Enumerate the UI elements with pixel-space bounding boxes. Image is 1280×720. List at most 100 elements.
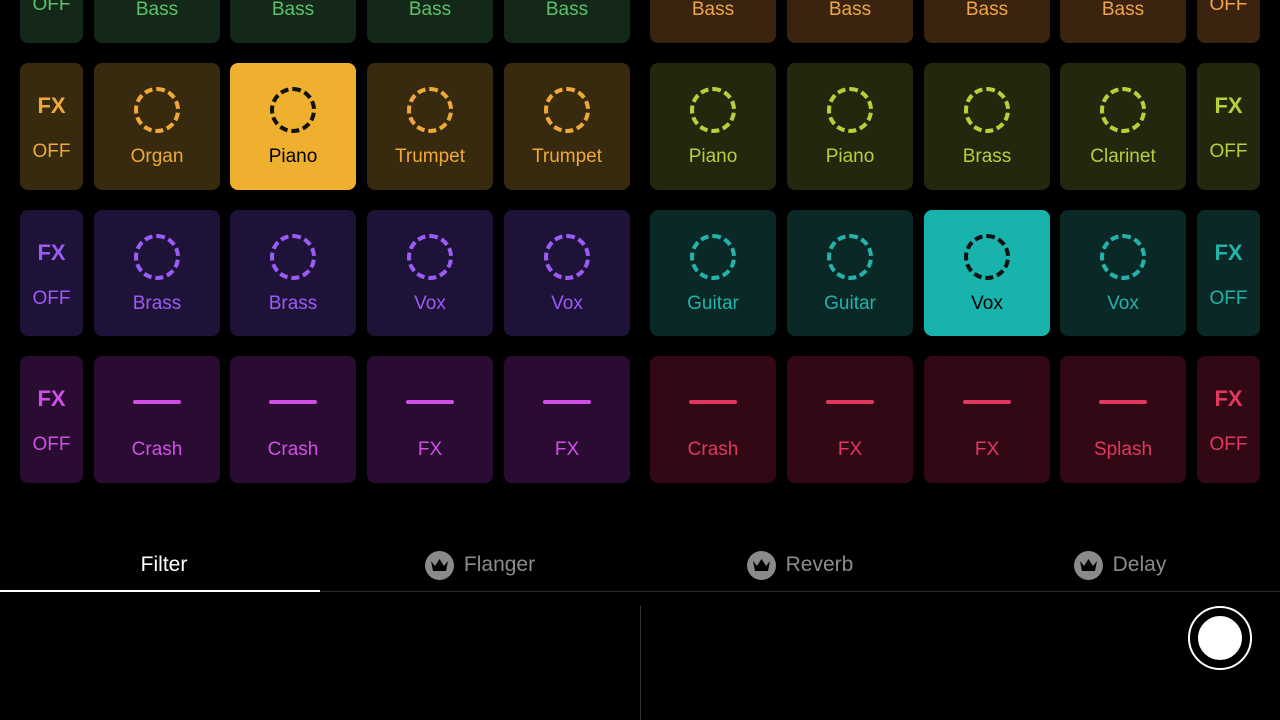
- fx-title: FX: [1214, 93, 1243, 118]
- pad-guitar[interactable]: Guitar: [650, 210, 776, 336]
- fx-toggle-row1-right[interactable]: FX OFF: [1197, 63, 1260, 190]
- pad-piano[interactable]: Piano: [650, 63, 776, 190]
- loop-ring-icon: [964, 234, 1010, 280]
- one-shot-bar-icon: [1099, 400, 1147, 404]
- loop-ring-icon: [964, 87, 1010, 133]
- pad-label: Crash: [131, 439, 183, 460]
- fx-toggle-row2-left[interactable]: FX OFF: [20, 210, 83, 336]
- fx-toggle-row2-right[interactable]: FX OFF: [1197, 210, 1260, 336]
- loop-ring-icon: [270, 234, 316, 280]
- loop-ring-icon: [544, 234, 590, 280]
- pad-label: Organ: [130, 146, 184, 167]
- fx-state: OFF: [32, 288, 71, 309]
- tab-reverb[interactable]: Reverb: [640, 540, 960, 590]
- pad-crash[interactable]: Crash: [230, 356, 356, 483]
- fx-toggle-row3-left[interactable]: FX OFF: [20, 356, 83, 483]
- pad-label: Bass: [965, 0, 1009, 20]
- pad-clarinet[interactable]: Clarinet: [1060, 63, 1186, 190]
- pad-bass[interactable]: Bass: [230, 0, 356, 43]
- loop-ring-icon: [134, 87, 180, 133]
- tab-filter[interactable]: Filter: [0, 540, 328, 590]
- tab-active-indicator: [0, 590, 320, 592]
- pad-bass[interactable]: Bass: [787, 0, 913, 43]
- tab-delay[interactable]: Delay: [960, 540, 1280, 590]
- pad-label: FX: [554, 439, 580, 460]
- pad-vox[interactable]: Vox: [1060, 210, 1186, 336]
- record-button[interactable]: [1188, 606, 1252, 670]
- pad-vox[interactable]: Vox: [367, 210, 493, 336]
- loop-ring-icon: [1100, 87, 1146, 133]
- pad-label: Splash: [1093, 439, 1153, 460]
- pad-bass[interactable]: Bass: [650, 0, 776, 43]
- loop-ring-icon: [1100, 234, 1146, 280]
- pad-crash[interactable]: Crash: [650, 356, 776, 483]
- pad-fx[interactable]: FX: [504, 356, 630, 483]
- pad-vox[interactable]: Vox: [504, 210, 630, 336]
- fx-state: OFF: [1209, 0, 1248, 15]
- fx-state: OFF: [1209, 434, 1248, 455]
- pad-bass[interactable]: Bass: [1060, 0, 1186, 43]
- fx-toggle-row1-left[interactable]: FX OFF: [20, 63, 83, 190]
- loop-ring-icon: [407, 234, 453, 280]
- pad-fx[interactable]: FX: [924, 356, 1050, 483]
- pad-label: Crash: [687, 439, 739, 460]
- loop-ring-icon: [827, 87, 873, 133]
- tab-label: Reverb: [785, 553, 854, 576]
- pad-piano[interactable]: Piano: [787, 63, 913, 190]
- pad-label: Bass: [691, 0, 735, 20]
- pad-fx[interactable]: FX: [787, 356, 913, 483]
- fx-toggle-row0-right[interactable]: OFF: [1197, 0, 1260, 43]
- pad-piano-active[interactable]: Piano: [230, 63, 356, 190]
- one-shot-bar-icon: [543, 400, 591, 404]
- pad-label: Brass: [132, 293, 182, 314]
- one-shot-bar-icon: [689, 400, 737, 404]
- fx-state: OFF: [32, 0, 71, 15]
- pad-label: FX: [974, 439, 1000, 460]
- one-shot-bar-icon: [133, 400, 181, 404]
- pad-crash[interactable]: Crash: [94, 356, 220, 483]
- pad-label: Piano: [825, 146, 875, 167]
- pad-fx[interactable]: FX: [367, 356, 493, 483]
- pad-label: FX: [837, 439, 863, 460]
- pad-brass[interactable]: Brass: [924, 63, 1050, 190]
- pad-label: Bass: [1101, 0, 1145, 20]
- loop-ring-icon: [134, 234, 180, 280]
- fx-toggle-row0-left[interactable]: OFF: [20, 0, 83, 43]
- loop-ring-icon: [270, 87, 316, 133]
- fx-toggle-row3-right[interactable]: FX OFF: [1197, 356, 1260, 483]
- pad-splash[interactable]: Splash: [1060, 356, 1186, 483]
- pad-trumpet[interactable]: Trumpet: [367, 63, 493, 190]
- tab-label: Filter: [140, 553, 188, 576]
- one-shot-bar-icon: [963, 400, 1011, 404]
- tab-flanger[interactable]: Flanger: [320, 540, 640, 590]
- pad-label: Guitar: [824, 293, 876, 314]
- pad-bass[interactable]: Bass: [924, 0, 1050, 43]
- pad-vox-active[interactable]: Vox: [924, 210, 1050, 336]
- loop-ring-icon: [690, 234, 736, 280]
- pad-organ[interactable]: Organ: [94, 63, 220, 190]
- pad-label: Vox: [551, 293, 583, 314]
- pad-label: Bass: [408, 0, 452, 20]
- pad-bass[interactable]: Bass: [367, 0, 493, 43]
- one-shot-bar-icon: [826, 400, 874, 404]
- pad-label: Trumpet: [394, 146, 466, 167]
- pad-brass[interactable]: Brass: [94, 210, 220, 336]
- pad-bass[interactable]: Bass: [504, 0, 630, 43]
- loop-ring-icon: [827, 234, 873, 280]
- effect-pad-divider: [640, 606, 641, 720]
- pad-label: Crash: [267, 439, 319, 460]
- pad-brass[interactable]: Brass: [230, 210, 356, 336]
- pad-trumpet[interactable]: Trumpet: [504, 63, 630, 190]
- pad-bass[interactable]: Bass: [94, 0, 220, 43]
- pad-label: Clarinet: [1090, 146, 1156, 167]
- pad-label: Piano: [268, 146, 318, 167]
- pad-label: Vox: [1107, 293, 1139, 314]
- loop-ring-icon: [544, 87, 590, 133]
- pad-label: Vox: [971, 293, 1003, 314]
- tab-label: Flanger: [463, 553, 536, 576]
- pad-guitar[interactable]: Guitar: [787, 210, 913, 336]
- loop-ring-icon: [407, 87, 453, 133]
- pad-label: FX: [417, 439, 443, 460]
- pad-label: Trumpet: [531, 146, 603, 167]
- pad-label: Bass: [271, 0, 315, 20]
